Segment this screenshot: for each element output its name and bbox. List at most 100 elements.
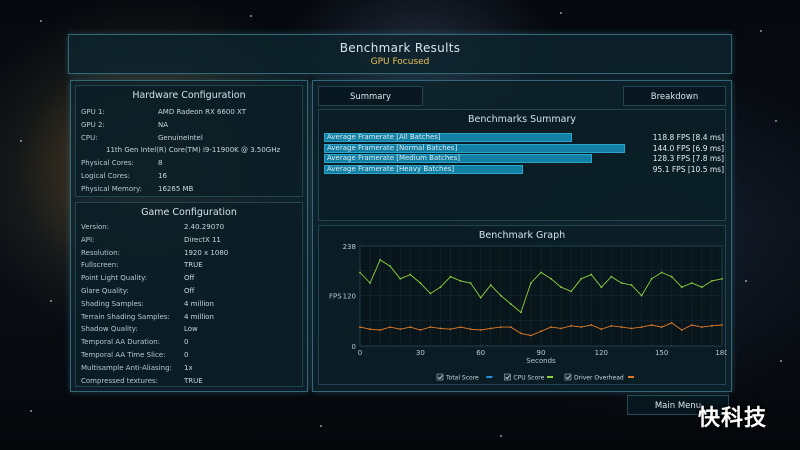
game-row-label: Version: bbox=[81, 223, 110, 231]
game-row-label: Point Light Quality: bbox=[81, 274, 148, 283]
data-point bbox=[530, 282, 532, 284]
benchmark-graph-title: Benchmark Graph bbox=[478, 230, 566, 241]
hardware-row-value: 8 bbox=[158, 159, 163, 168]
page-subtitle: GPU Focused bbox=[370, 57, 430, 67]
data-point bbox=[580, 326, 583, 328]
x-tick-label: 180 bbox=[715, 349, 727, 357]
game-row-label: Resolution: bbox=[81, 248, 120, 257]
game-row-value: 2.40.29070 bbox=[184, 223, 225, 231]
legend-label: Driver Overhead bbox=[574, 375, 624, 382]
data-point bbox=[620, 326, 623, 328]
summary-bar-label: Average Framerate [Heavy Batches] bbox=[327, 164, 455, 173]
data-point bbox=[429, 292, 432, 295]
summary-bar-row: Average Framerate [Medium Batches] 128.3 … bbox=[324, 154, 724, 163]
data-point bbox=[469, 328, 472, 331]
data-point bbox=[439, 286, 442, 289]
game-row-label: Fullscreen: bbox=[81, 261, 119, 270]
game-row-label: Terrain Shading Samples: bbox=[81, 312, 170, 321]
results-panel: Summary Breakdown Benchmarks Summary Ave… bbox=[312, 80, 732, 392]
data-point bbox=[690, 324, 693, 326]
benchmark-graph: 238 120 0 FPS 0 30 60 90 120 150 180 Seconds Total S… bbox=[318, 225, 727, 385]
title-bar: Benchmark Results GPU Focused bbox=[68, 34, 732, 74]
data-point bbox=[640, 294, 643, 297]
data-point bbox=[469, 282, 472, 284]
data-point bbox=[540, 330, 542, 333]
x-tick-label: 120 bbox=[595, 349, 608, 357]
game-row-value: 1920 x 1080 bbox=[184, 248, 229, 257]
data-point bbox=[650, 324, 653, 326]
watermark-text: 快科技 bbox=[698, 406, 768, 431]
game-row-value: TRUE bbox=[184, 261, 203, 270]
summary-bar-value: 128.3 FPS [7.8 ms] bbox=[652, 154, 724, 163]
game-row-value: Off bbox=[184, 274, 195, 283]
hardware-row-label: GPU 2: bbox=[81, 120, 105, 129]
hardware-row-label: Physical Cores: bbox=[81, 159, 134, 168]
hardware-row-label: Logical Cores: bbox=[81, 172, 130, 180]
game-row-value: Off bbox=[184, 287, 195, 295]
game-row-label: Glare Quality: bbox=[81, 287, 129, 295]
tab-summary[interactable]: Summary bbox=[318, 86, 423, 106]
game-row-label: API: bbox=[81, 235, 95, 244]
data-point bbox=[369, 282, 371, 284]
data-point bbox=[620, 282, 623, 284]
game-row-value: 4 million bbox=[184, 299, 214, 308]
data-point bbox=[519, 311, 522, 314]
game-row-value: TRUE bbox=[184, 376, 203, 385]
data-point bbox=[399, 328, 402, 331]
data-point bbox=[499, 294, 502, 297]
summary-bar-label: Average Framerate [Medium Batches] bbox=[327, 154, 460, 162]
data-point bbox=[519, 332, 522, 335]
game-row-label: Shadow Quality: bbox=[81, 325, 138, 334]
data-point bbox=[530, 334, 532, 337]
data-point bbox=[459, 326, 462, 328]
data-point bbox=[489, 284, 492, 286]
legend-swatch bbox=[547, 376, 553, 378]
data-point bbox=[439, 327, 442, 330]
data-point bbox=[610, 275, 613, 278]
data-point bbox=[590, 324, 593, 326]
data-point bbox=[660, 326, 663, 328]
benchmark-graph-canvas: 238 120 0 FPS 0 30 60 90 120 150 180 Seconds Total S… bbox=[329, 243, 727, 382]
game-config-section: Game Configuration Version: 2.40.29070 API… bbox=[75, 202, 303, 387]
data-point bbox=[509, 326, 512, 328]
data-point bbox=[379, 258, 382, 261]
data-point bbox=[389, 265, 392, 268]
game-row-value: DirectX 11 bbox=[184, 235, 221, 244]
game-row-value: 0 bbox=[184, 351, 189, 359]
tab-breakdown[interactable]: Breakdown bbox=[623, 86, 726, 106]
x-tick-label: 150 bbox=[655, 349, 668, 357]
data-point bbox=[680, 286, 683, 289]
summary-bar-row: Average Framerate [All Batches] 118.8 FPS… bbox=[324, 133, 724, 142]
game-row-label: Shading Samples: bbox=[81, 299, 144, 308]
data-point bbox=[580, 277, 583, 280]
x-tick-label: 0 bbox=[358, 349, 362, 357]
x-tick-label: 30 bbox=[416, 349, 425, 357]
summary-bar-row: Average Framerate [Normal Batches] 144.0 … bbox=[324, 143, 724, 153]
data-point bbox=[419, 329, 422, 331]
benchmarks-summary-title: Benchmarks Summary bbox=[468, 114, 576, 125]
hardware-row-label: CPU: bbox=[81, 133, 98, 142]
data-point bbox=[489, 327, 492, 330]
data-point bbox=[721, 277, 723, 280]
data-point bbox=[630, 327, 633, 330]
data-point bbox=[721, 324, 723, 326]
data-point bbox=[700, 326, 703, 328]
hardware-config-section: Hardware Configuration GPU 1: AMD Radeon … bbox=[75, 85, 303, 197]
game-row-label: Compressed textures: bbox=[81, 376, 159, 385]
data-point bbox=[499, 326, 502, 328]
summary-bar-label: Average Framerate [Normal Batches] bbox=[327, 143, 458, 152]
data-point bbox=[409, 326, 412, 328]
data-point bbox=[359, 271, 361, 274]
data-point bbox=[359, 326, 361, 328]
game-row-label: Temporal AA Time Slice: bbox=[81, 351, 166, 359]
hardware-row-label: Physical Memory: bbox=[81, 184, 143, 193]
data-point bbox=[449, 275, 452, 278]
y-tick-label: 120 bbox=[343, 293, 356, 301]
y-axis-label: FPS bbox=[329, 293, 342, 301]
game-config-title: Game Configuration bbox=[141, 207, 237, 218]
data-point bbox=[409, 273, 412, 276]
data-point bbox=[369, 328, 371, 331]
data-point bbox=[590, 273, 593, 276]
game-row-label: Multisample Anti-Aliasing: bbox=[81, 363, 172, 372]
summary-bar-label: Average Framerate [All Batches] bbox=[327, 133, 441, 141]
